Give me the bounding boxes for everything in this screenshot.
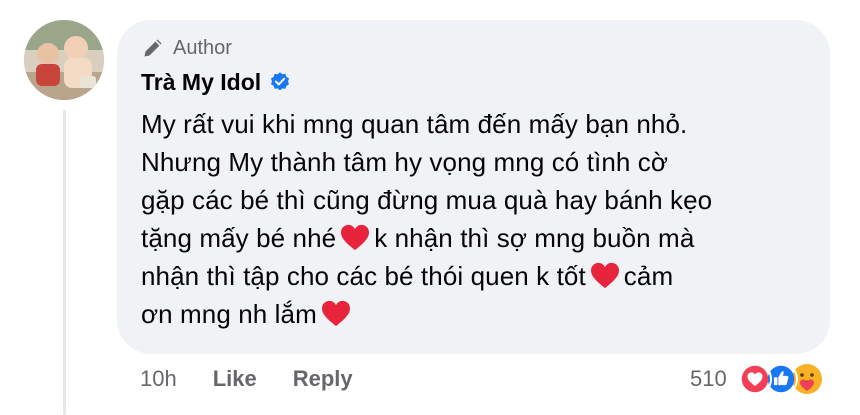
comment-line-segment: nhận thì tập cho các bé thói quen k tốt: [141, 261, 586, 291]
reaction-count[interactable]: 510: [690, 364, 727, 394]
heart-emoji-icon: [590, 262, 619, 289]
comment-line-segment: cảm: [623, 261, 674, 291]
comment-line: tặng mấy bé nhé k nhận thì sợ mng buồn mà: [141, 219, 806, 257]
thread-line: [63, 110, 66, 415]
comment-line-segment: tặng mấy bé nhé: [141, 223, 337, 253]
heart-emoji-icon: [341, 224, 370, 251]
reply-button[interactable]: Reply: [293, 366, 353, 392]
author-badge-label: Author: [173, 36, 232, 59]
love-reaction-icon: [738, 362, 772, 396]
avatar-photo: [24, 20, 104, 100]
verified-badge-icon: [271, 72, 290, 91]
comment-line: nhận thì tập cho các bé thói quen k tốt c…: [141, 257, 806, 295]
author-badge: Author: [141, 36, 806, 60]
heart-emoji-icon: [321, 300, 350, 327]
comment-line: gặp các bé thì cũng đừng mua quà hay bán…: [141, 185, 713, 215]
like-button[interactable]: Like: [213, 366, 257, 392]
comment-text: My rất vui khi mng quan tâm đến mấy bạn …: [141, 105, 806, 333]
comment-bubble: Author Trà My Idol My rất vui khi mng qu…: [117, 20, 830, 354]
comment-line: My rất vui khi mng quan tâm đến mấy bạn …: [141, 109, 688, 139]
commenter-avatar[interactable]: [24, 20, 104, 100]
comment-line: ơn mng nh lắm: [141, 295, 806, 333]
reaction-icons[interactable]: [738, 362, 842, 396]
comment-line-segment: ơn mng nh lắm: [141, 299, 317, 329]
comment-line-segment: k nhận thì sợ mng buồn mà: [374, 223, 695, 253]
pen-icon: [144, 39, 162, 57]
comment-actions: 10h Like Reply: [140, 364, 353, 394]
comment-timestamp[interactable]: 10h: [140, 366, 177, 392]
comment-line: Nhưng My thành tâm hy vọng mng có tình c…: [141, 147, 669, 177]
author-name[interactable]: Trà My Idol: [141, 69, 261, 96]
